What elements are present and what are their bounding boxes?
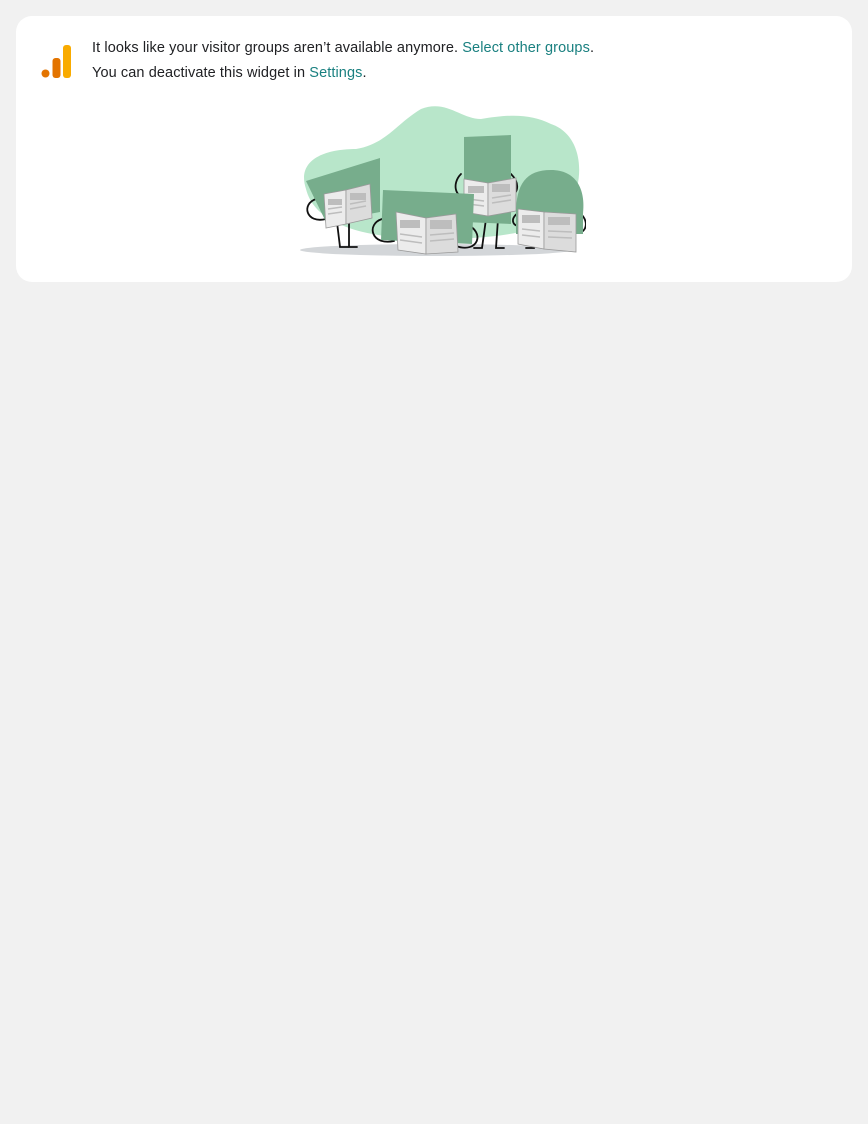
- reading-characters-illustration: [300, 106, 586, 256]
- select-other-groups-link[interactable]: Select other groups: [462, 40, 590, 56]
- character-center-paper: [395, 211, 459, 255]
- widget-message: It looks like your visitor groups aren’t…: [92, 36, 594, 86]
- analytics-logo-icon: [41, 45, 71, 78]
- character-right-paper: [517, 208, 577, 253]
- settings-link[interactable]: Settings: [309, 65, 362, 81]
- message-line-2: You can deactivate this widget in Settin…: [92, 61, 594, 86]
- line1-period: .: [589, 40, 595, 56]
- widget-card: It looks like your visitor groups aren’t…: [16, 16, 852, 282]
- groups-unavailable-text: It looks like your visitor groups aren’t…: [92, 40, 463, 56]
- message-line-1: It looks like your visitor groups aren’t…: [92, 36, 594, 61]
- deactivate-text: You can deactivate this widget in: [92, 65, 310, 81]
- line2-period: .: [362, 65, 367, 81]
